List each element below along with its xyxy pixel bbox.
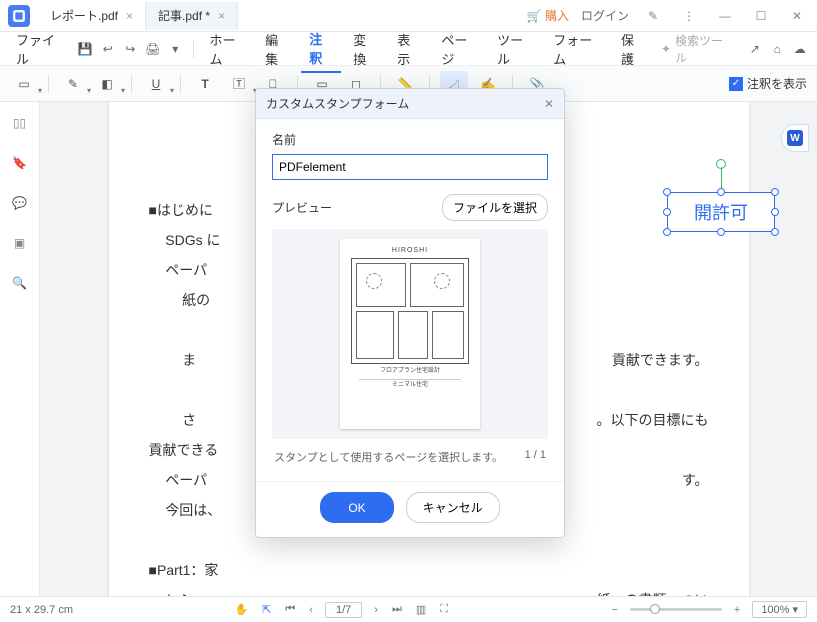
hand-tool-icon[interactable]: ✋ (232, 603, 250, 616)
floorplan-icon (351, 258, 469, 364)
dialog-title: カスタムスタンプフォーム (266, 95, 409, 112)
dialog-titlebar[interactable]: カスタムスタンプフォーム ✕ (256, 89, 564, 119)
ok-button[interactable]: OK (320, 492, 393, 523)
zoom-in-icon[interactable]: + (732, 604, 742, 616)
page-dimensions: 21 x 29.7 cm (10, 604, 73, 616)
select-mode-icon[interactable]: ⇱ (260, 603, 273, 616)
preview-label: プレビュー (272, 199, 332, 216)
zoom-slider[interactable] (630, 608, 722, 611)
name-label: 名前 (272, 131, 548, 148)
dialog-backdrop: カスタムスタンプフォーム ✕ 名前 プレビュー ファイルを選択 HIROSHI (0, 0, 817, 622)
next-page-icon[interactable]: › (372, 604, 380, 616)
layout-icon[interactable]: ▥ (414, 603, 428, 616)
stamp-name-input[interactable] (272, 154, 548, 180)
last-page-icon[interactable]: ⏭ (390, 603, 404, 616)
fullscreen-icon[interactable]: ⛶ (438, 603, 450, 616)
file-select-button[interactable]: ファイルを選択 (442, 194, 548, 221)
stamp-preview: HIROSHI フロアプラン住宅設計 ミニマル住宅 (272, 229, 548, 439)
first-page-icon[interactable]: ⏮ (283, 603, 297, 616)
prev-page-icon[interactable]: ‹ (307, 604, 315, 616)
zoom-out-icon[interactable]: − (609, 604, 619, 616)
page-indicator: 1 / 1 (525, 449, 546, 465)
cancel-button[interactable]: キャンセル (406, 492, 500, 523)
page-number-input[interactable]: 1/7 (325, 602, 362, 618)
dialog-hint: スタンプとして使用するページを選択します。 (274, 449, 503, 465)
preview-page[interactable]: HIROSHI フロアプラン住宅設計 ミニマル住宅 (340, 239, 480, 429)
dialog-close-icon[interactable]: ✕ (544, 97, 554, 111)
custom-stamp-dialog: カスタムスタンプフォーム ✕ 名前 プレビュー ファイルを選択 HIROSHI (255, 88, 565, 538)
statusbar: 21 x 29.7 cm ✋ ⇱ ⏮ ‹ 1/7 › ⏭ ▥ ⛶ − + 100… (0, 596, 817, 622)
zoom-value[interactable]: 100% ▾ (752, 601, 807, 618)
zoom-thumb[interactable] (650, 604, 660, 614)
